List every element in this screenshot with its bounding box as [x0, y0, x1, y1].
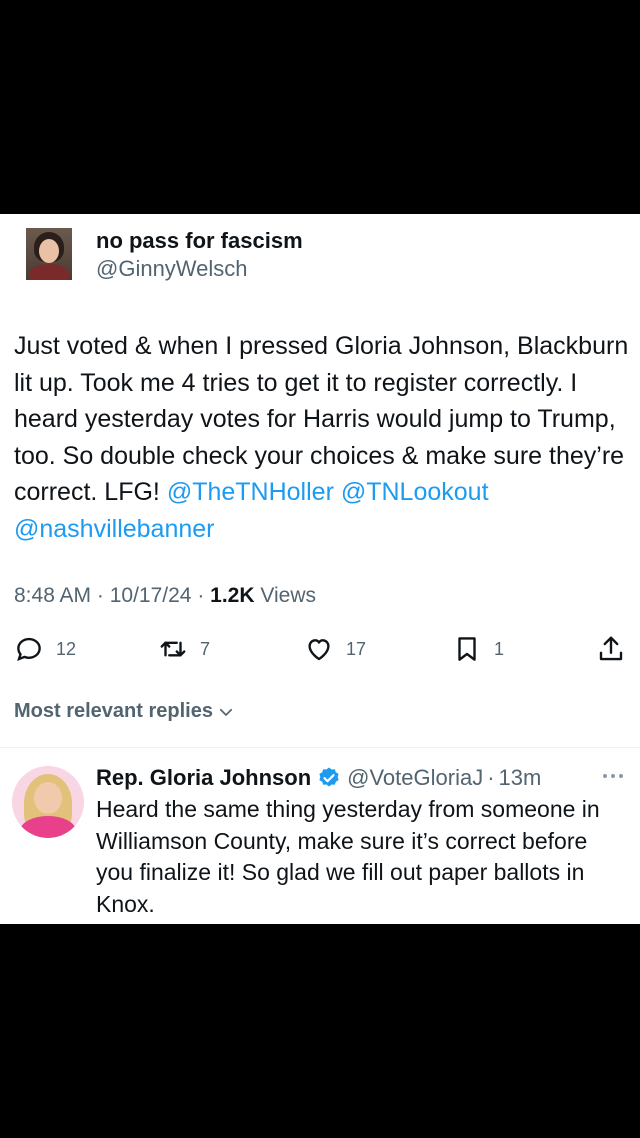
like-button[interactable]: 17: [304, 634, 366, 664]
heart-icon: [308, 639, 330, 661]
replies-sort-dropdown[interactable]: Most relevant replies: [14, 700, 235, 723]
meta-separator: ·: [91, 584, 110, 607]
retweet-button[interactable]: 7: [158, 634, 210, 664]
tweet-meta: 8:48 AM · 10/17/24 · 1.2K Views: [14, 584, 316, 608]
reply-header: Rep. Gloria Johnson @VoteGloriaJ · 13m: [96, 762, 630, 794]
share-button[interactable]: [596, 634, 626, 664]
replies-sort-label: Most relevant replies: [14, 700, 213, 722]
reply-icon: [17, 637, 41, 661]
reply-timestamp[interactable]: 13m: [499, 765, 542, 791]
reply-button[interactable]: 12: [14, 634, 76, 664]
chevron-down-icon: [219, 708, 233, 716]
reply-text: Heard the same thing yesterday from some…: [96, 796, 600, 917]
like-count: 17: [346, 638, 367, 659]
author-display-name[interactable]: no pass for fascism: [96, 228, 303, 254]
mention-link[interactable]: @TNLookout: [341, 478, 489, 506]
meta-separator: ·: [191, 584, 211, 607]
divider: [0, 747, 640, 748]
share-icon: [599, 636, 623, 661]
tweet-time[interactable]: 8:48 AM: [14, 584, 91, 607]
verified-badge-icon: [319, 767, 339, 787]
avatar[interactable]: [26, 228, 72, 280]
tweet-date[interactable]: 10/17/24: [110, 584, 192, 607]
bookmark-icon: [458, 637, 476, 661]
mention-link[interactable]: @TheTNHoller: [167, 478, 334, 506]
reply-author-name[interactable]: Rep. Gloria Johnson: [96, 765, 311, 791]
author-handle[interactable]: @GinnyWelsch: [96, 254, 303, 284]
tweet-author[interactable]: no pass for fascism @GinnyWelsch: [26, 228, 303, 284]
reply-author-handle[interactable]: @VoteGloriaJ: [347, 765, 483, 791]
retweet-icon: [160, 641, 186, 657]
more-options-icon[interactable]: [602, 772, 624, 780]
mention-link[interactable]: @nashvillebanner: [14, 515, 215, 543]
bookmark-button[interactable]: 1: [452, 634, 504, 664]
bookmark-count: 1: [494, 638, 505, 659]
tweet-card: no pass for fascism @GinnyWelsch Just vo…: [0, 214, 640, 924]
retweet-count: 7: [200, 638, 211, 659]
action-bar: 12 7 17 1: [0, 634, 640, 670]
views-count: 1.2K: [210, 584, 255, 607]
reply-separator: ·: [487, 765, 495, 790]
views-label: Views: [260, 584, 316, 607]
reply-count: 12: [56, 638, 77, 659]
tweet-text: Just voted & when I pressed Gloria Johns…: [14, 328, 630, 547]
reply-avatar[interactable]: [12, 766, 84, 838]
